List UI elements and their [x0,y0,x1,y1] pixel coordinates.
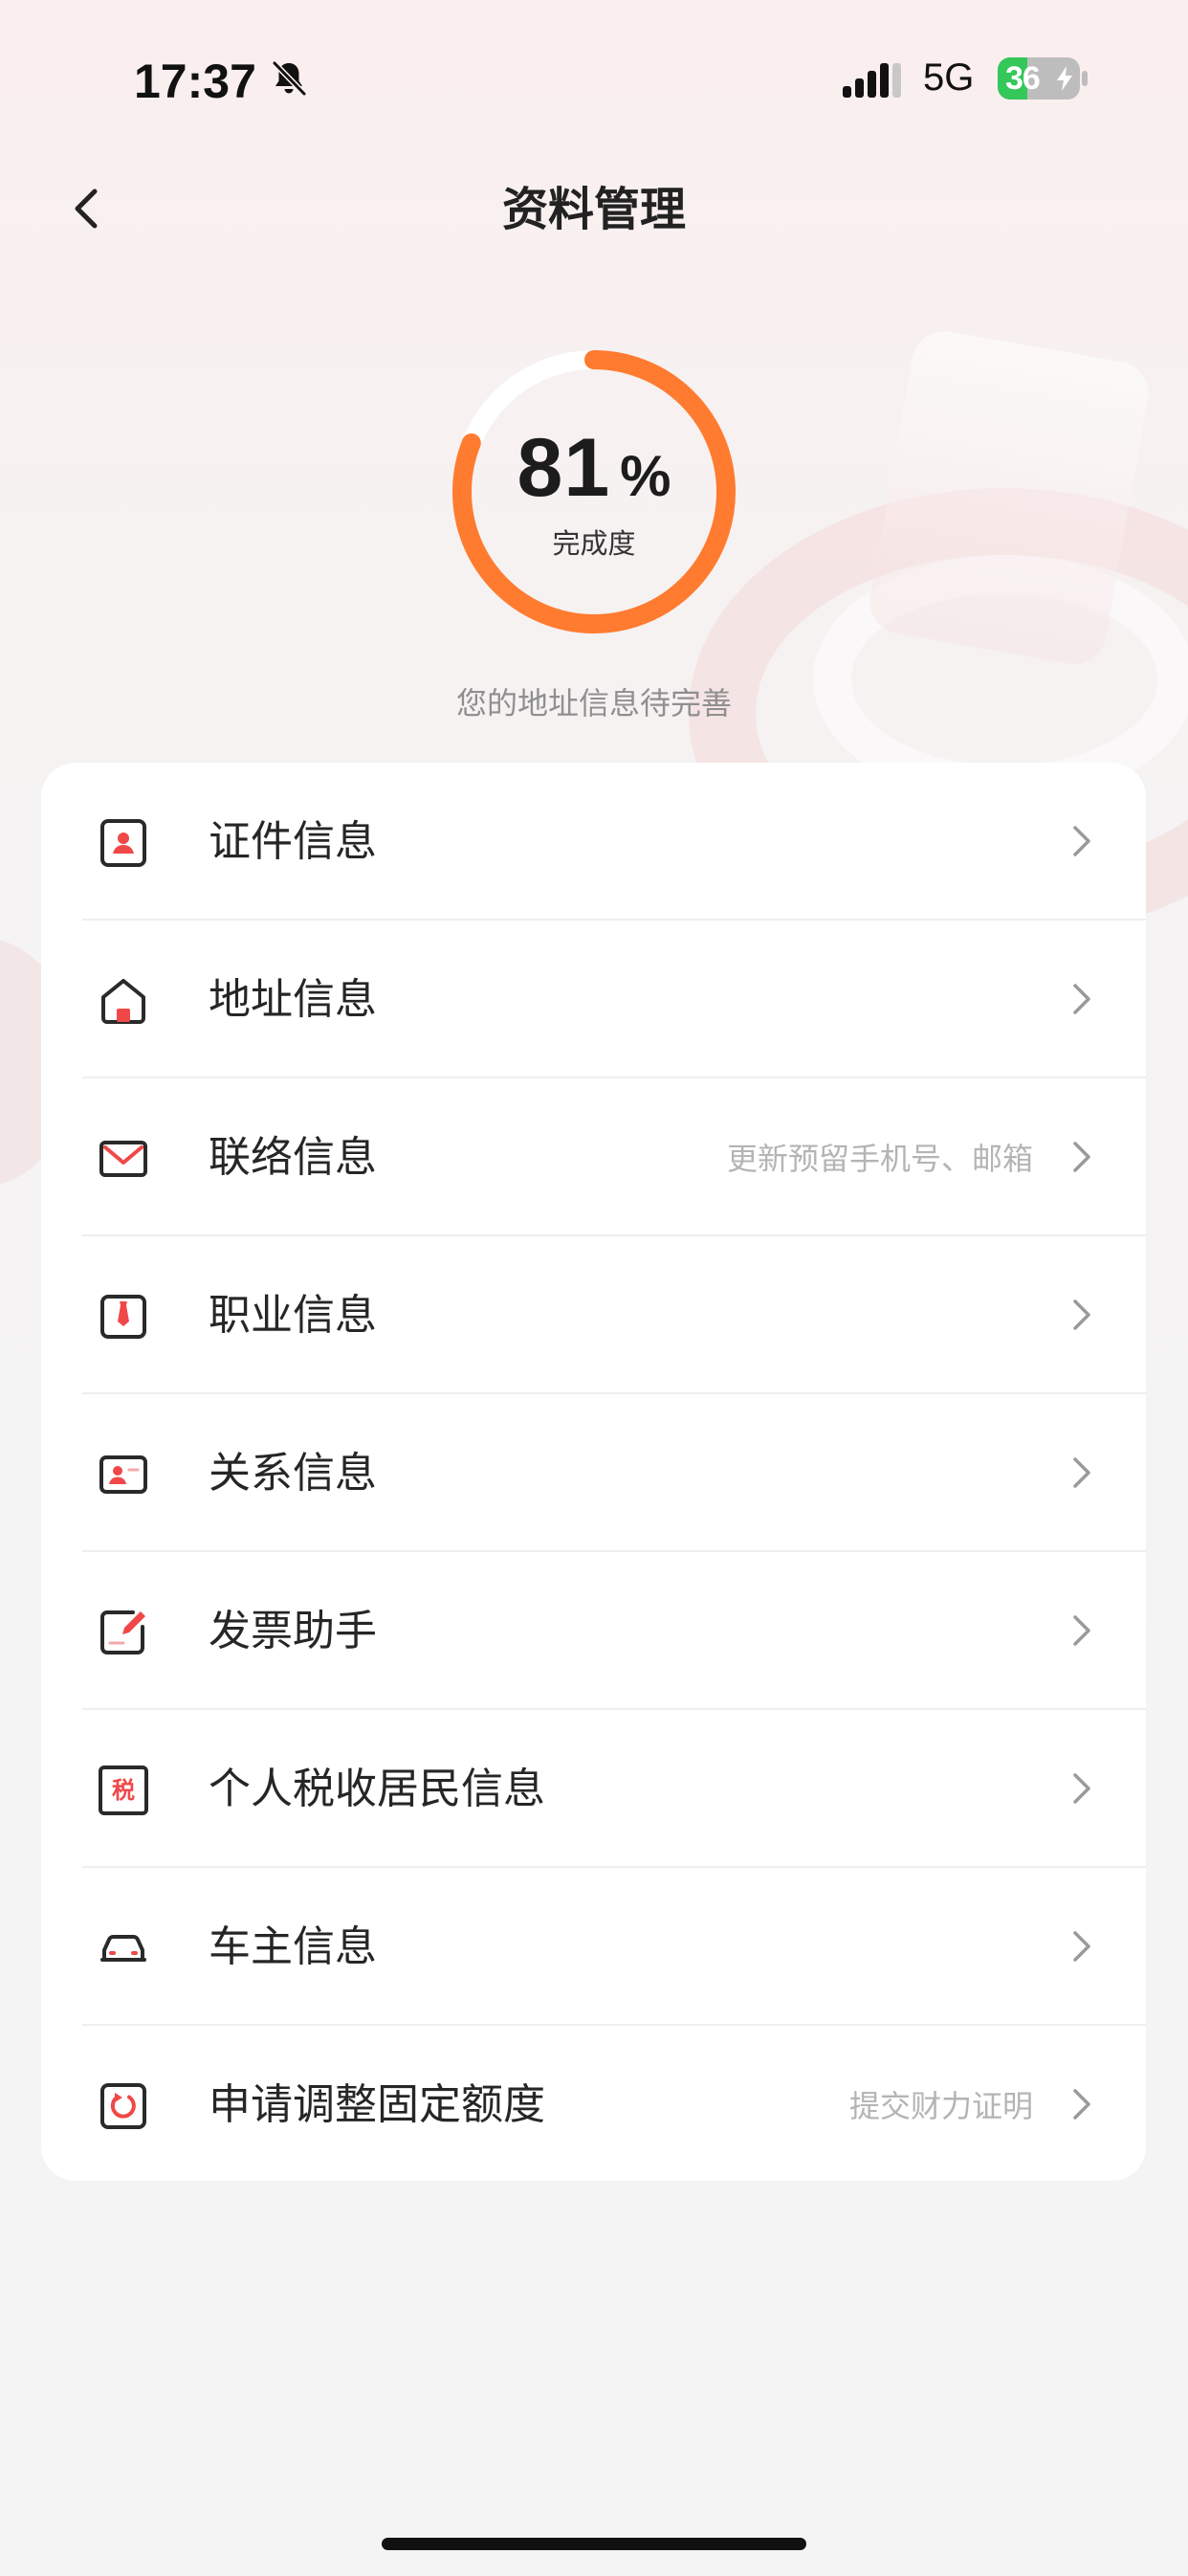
menu-item-label: 个人税收居民信息 [209,1765,545,1813]
menu-item-tax-residency[interactable]: 税 个人税收居民信息 [41,1710,1146,1868]
tax-icon-glyph: 税 [112,1777,135,1804]
menu-item-hint: 更新预留手机号、邮箱 [726,1141,1033,1177]
menu-item-label: 地址信息 [209,975,377,1024]
mail-icon [99,1141,147,1177]
chevron-right-icon [1073,1142,1090,1172]
battery-cap [1082,71,1088,86]
invoice-icon [100,1610,145,1654]
tax-icon: 税 [99,1765,148,1815]
chevron-right-icon [1073,1773,1090,1804]
menu-item-label: 证件信息 [209,817,377,866]
chevron-right-icon [1073,2089,1090,2120]
menu-item-relationship-info[interactable]: 关系信息 [41,1394,1146,1552]
menu-item-label: 关系信息 [209,1449,377,1498]
menu-item-adjust-credit-limit[interactable]: 申请调整固定额度 提交财力证明 [41,2026,1146,2181]
battery-indicator: 36 [998,57,1080,100]
chevron-right-icon [1073,1931,1090,1962]
page-title: 资料管理 [501,183,686,236]
chevron-right-icon [1073,826,1090,856]
progress-value: 81 [517,422,611,514]
charging-bolt-icon [1057,66,1072,91]
network-type: 5G [923,56,975,99]
tie-icon [100,1295,146,1339]
progress-value-row: 81% [445,421,743,516]
profile-menu-card: 证件信息 地址信息 联络信息 更新预留手机号、邮箱 职业信息 关系信息 发票助手… [41,763,1146,2181]
bell-off-icon [272,60,307,97]
menu-item-career-info[interactable]: 职业信息 [41,1236,1146,1394]
menu-item-label: 车主信息 [209,1922,377,1971]
menu-item-label: 联络信息 [209,1133,377,1182]
status-bar: 17:37 5G 36 [0,0,1188,163]
navigation-header: 资料管理 [0,158,1188,263]
id-card-icon [100,819,146,867]
menu-item-car-owner-info[interactable]: 车主信息 [41,1868,1146,2026]
menu-item-contact-info[interactable]: 联络信息 更新预留手机号、邮箱 [41,1078,1146,1236]
menu-item-address-info[interactable]: 地址信息 [41,921,1146,1078]
chevron-right-icon [1073,984,1090,1014]
house-icon [101,979,145,1024]
chevron-right-icon [1073,1457,1090,1488]
completion-tip: 您的地址信息待完善 [455,685,732,722]
decorative-card [865,325,1154,670]
battery-percent: 36 [1005,60,1041,97]
progress-unit: % [620,444,671,508]
menu-item-label: 申请调整固定额度 [209,2080,545,2129]
chevron-right-icon [1073,1615,1090,1646]
car-icon [100,1935,146,1962]
cellular-signal-icon [843,63,901,98]
quota-adjust-icon [100,2083,146,2129]
home-indicator[interactable] [382,2538,806,2550]
progress-label: 完成度 [552,527,636,560]
menu-item-hint: 提交财力证明 [848,2088,1033,2124]
menu-item-label: 发票助手 [209,1607,377,1655]
menu-item-label: 职业信息 [209,1291,377,1340]
completion-progress: 81% 完成度 [445,343,743,641]
status-time: 17:37 [134,55,256,108]
menu-item-invoice-assistant[interactable]: 发票助手 [41,1552,1146,1710]
menu-item-id-info[interactable]: 证件信息 [41,763,1146,921]
contact-card-icon [99,1455,147,1494]
chevron-right-icon [1073,1299,1090,1330]
